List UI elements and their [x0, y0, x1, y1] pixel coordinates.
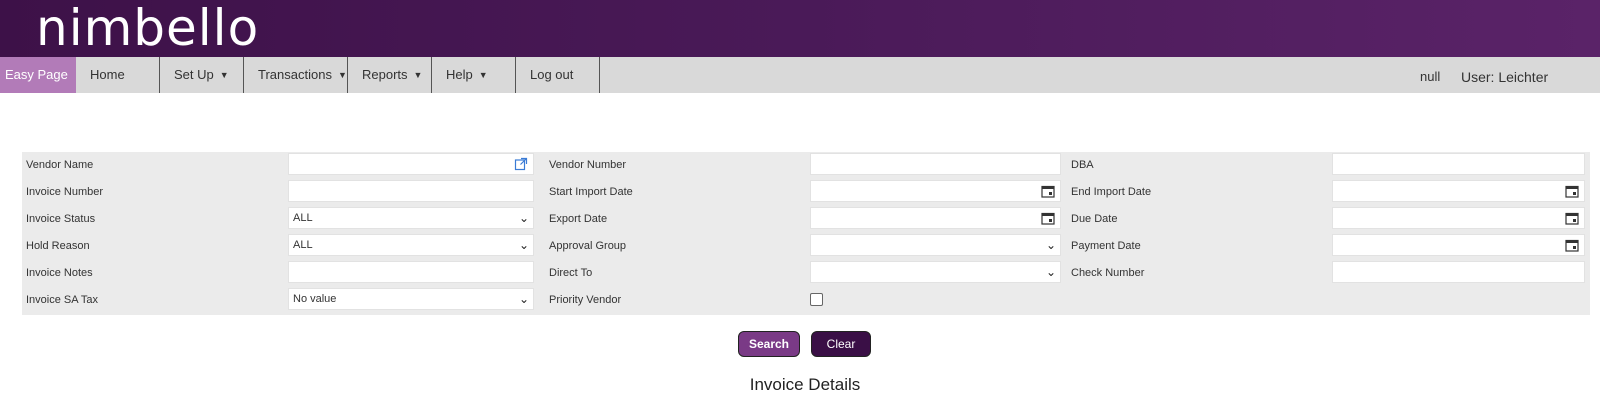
- invoice-sa-tax-label: Invoice SA Tax: [26, 294, 98, 306]
- direct-to-select[interactable]: ⌄: [810, 261, 1061, 283]
- due-date-label: Due Date: [1071, 213, 1118, 225]
- nav-home-label: Home: [90, 67, 125, 82]
- invoice-sa-tax-select[interactable]: No value ⌄: [288, 288, 534, 310]
- chevron-down-icon: ⌄: [518, 211, 529, 225]
- hold-reason-value: ALL: [293, 239, 313, 251]
- invoice-status-label: Invoice Status: [26, 213, 96, 225]
- search-filters-panel: Vendor Name Vendor Number DBA Invoice Nu…: [22, 152, 1590, 315]
- calendar-icon[interactable]: [1041, 211, 1055, 225]
- check-number-input[interactable]: [1332, 261, 1585, 283]
- direct-to-label: Direct To: [549, 267, 593, 279]
- clear-button[interactable]: Clear: [811, 331, 871, 357]
- nav-transactions-label: Transactions: [258, 67, 332, 82]
- start-import-date-input[interactable]: [810, 180, 1061, 202]
- calendar-icon[interactable]: [1565, 238, 1579, 252]
- invoice-status-value: ALL: [293, 212, 313, 224]
- header-banner: nimbello: [0, 0, 1600, 57]
- invoice-number-label: Invoice Number: [26, 186, 104, 198]
- approval-group-select[interactable]: ⌄: [810, 234, 1061, 256]
- calendar-icon[interactable]: [1565, 211, 1579, 225]
- invoice-status-select[interactable]: ALL ⌄: [288, 207, 534, 229]
- export-date-label: Export Date: [549, 213, 608, 225]
- vendor-name-input[interactable]: [288, 153, 534, 175]
- dba-input[interactable]: [1332, 153, 1585, 175]
- dba-label: DBA: [1071, 159, 1094, 171]
- nimbello-logo[interactable]: nimbello: [36, 0, 259, 57]
- calendar-icon[interactable]: [1565, 184, 1579, 198]
- user-name: User: Leichter: [1461, 69, 1549, 85]
- nav-setup-label: Set Up: [174, 67, 214, 82]
- invoice-sa-tax-value: No value: [293, 293, 337, 305]
- nav-setup[interactable]: Set Up ▼: [160, 57, 244, 93]
- invoice-details-heading: Invoice Details: [749, 375, 861, 394]
- approval-group-label: Approval Group: [549, 240, 627, 252]
- chevron-down-icon: ⌄: [518, 292, 529, 306]
- nav-help-label: Help: [446, 67, 473, 82]
- chevron-down-icon: ⌄: [1045, 265, 1056, 279]
- external-link-icon[interactable]: [514, 157, 528, 171]
- nav-logout[interactable]: Log out: [516, 57, 600, 93]
- invoice-notes-input[interactable]: [288, 261, 534, 283]
- start-import-date-label: Start Import Date: [549, 186, 633, 198]
- nav-help[interactable]: Help ▼: [432, 57, 516, 93]
- caret-down-icon: ▼: [478, 70, 488, 80]
- payment-date-label: Payment Date: [1071, 240, 1141, 252]
- caret-down-icon: ▼: [337, 70, 347, 80]
- payment-date-input[interactable]: [1332, 234, 1585, 256]
- chevron-down-icon: ⌄: [518, 238, 529, 252]
- calendar-icon[interactable]: [1041, 184, 1055, 198]
- end-import-date-input[interactable]: [1332, 180, 1585, 202]
- nav-easy-page[interactable]: Easy Page: [0, 57, 76, 93]
- null-indicator: null: [1420, 69, 1441, 84]
- nav-transactions[interactable]: Transactions ▼: [244, 57, 348, 93]
- hold-reason-label: Hold Reason: [26, 240, 90, 252]
- vendor-number-label: Vendor Number: [549, 159, 627, 171]
- caret-down-icon: ▼: [413, 70, 423, 80]
- invoice-notes-label: Invoice Notes: [26, 267, 93, 279]
- caret-down-icon: ▼: [219, 70, 229, 80]
- priority-vendor-checkbox[interactable]: [810, 293, 823, 306]
- main-nav: Easy Page Home Set Up ▼ Transactions ▼ Rep…: [0, 57, 1600, 93]
- invoice-number-input[interactable]: [288, 180, 534, 202]
- priority-vendor-label: Priority Vendor: [549, 294, 622, 306]
- nav-reports[interactable]: Reports ▼: [348, 57, 432, 93]
- vendor-number-input[interactable]: [810, 153, 1061, 175]
- nav-home[interactable]: Home: [76, 57, 160, 93]
- end-import-date-label: End Import Date: [1071, 186, 1152, 198]
- due-date-input[interactable]: [1332, 207, 1585, 229]
- search-button[interactable]: Search: [738, 331, 800, 357]
- nav-reports-label: Reports: [362, 67, 408, 82]
- hold-reason-select[interactable]: ALL ⌄: [288, 234, 534, 256]
- vendor-name-label: Vendor Name: [26, 159, 94, 171]
- chevron-down-icon: ⌄: [1045, 238, 1056, 252]
- check-number-label: Check Number: [1071, 267, 1145, 279]
- export-date-input[interactable]: [810, 207, 1061, 229]
- nav-logout-label: Log out: [530, 67, 574, 82]
